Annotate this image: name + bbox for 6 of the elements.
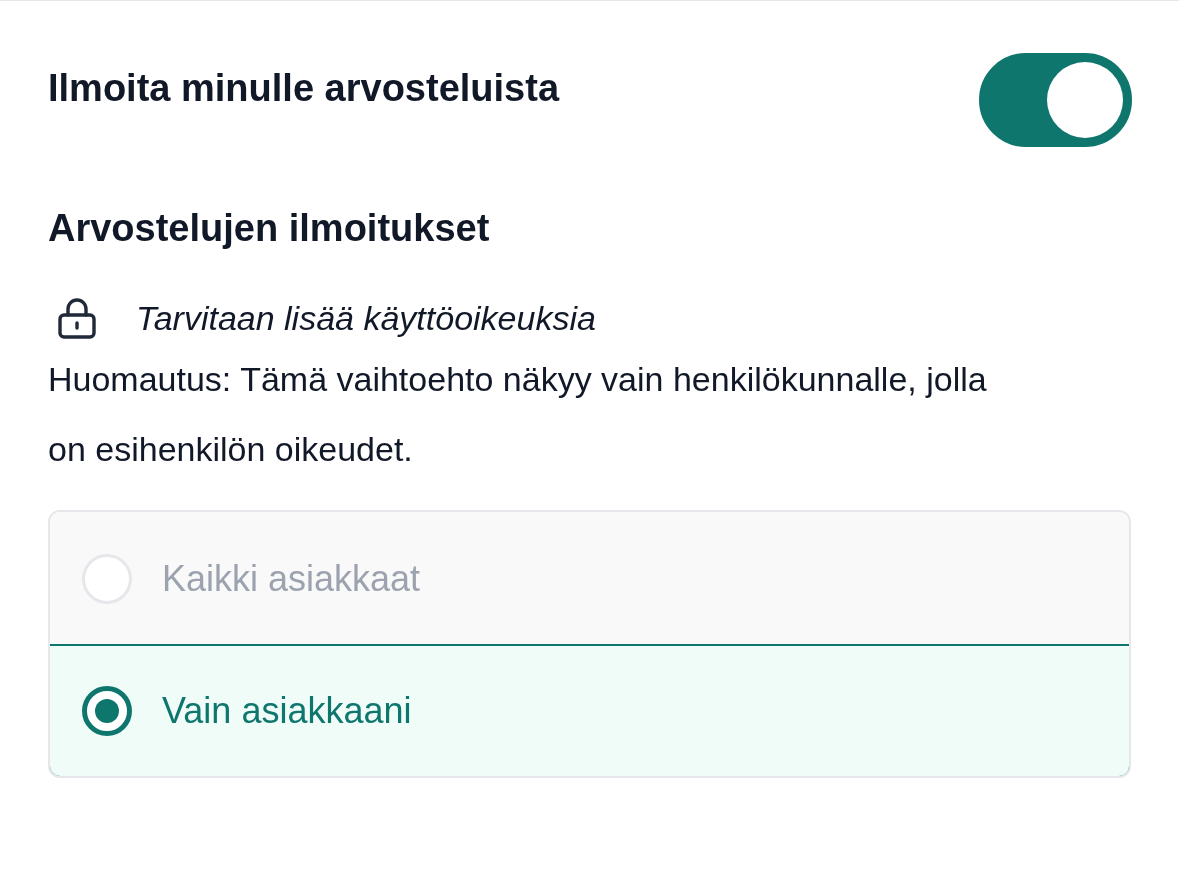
note-text: Huomautus: Tämä vaihtoehto näkyy vain henkilökunnalle, jolla on esihenkilön oikeudet. xyxy=(48,359,988,470)
permission-notice: Tarvitaan lisää käyttöoikeuksia xyxy=(136,298,596,338)
lock-icon xyxy=(55,296,99,340)
setting-title: Ilmoita minulle arvosteluista xyxy=(48,66,560,110)
section-heading: Arvostelujen ilmoitukset xyxy=(48,207,491,250)
radio-option[interactable]: Vain asiakkaani xyxy=(50,644,1129,776)
